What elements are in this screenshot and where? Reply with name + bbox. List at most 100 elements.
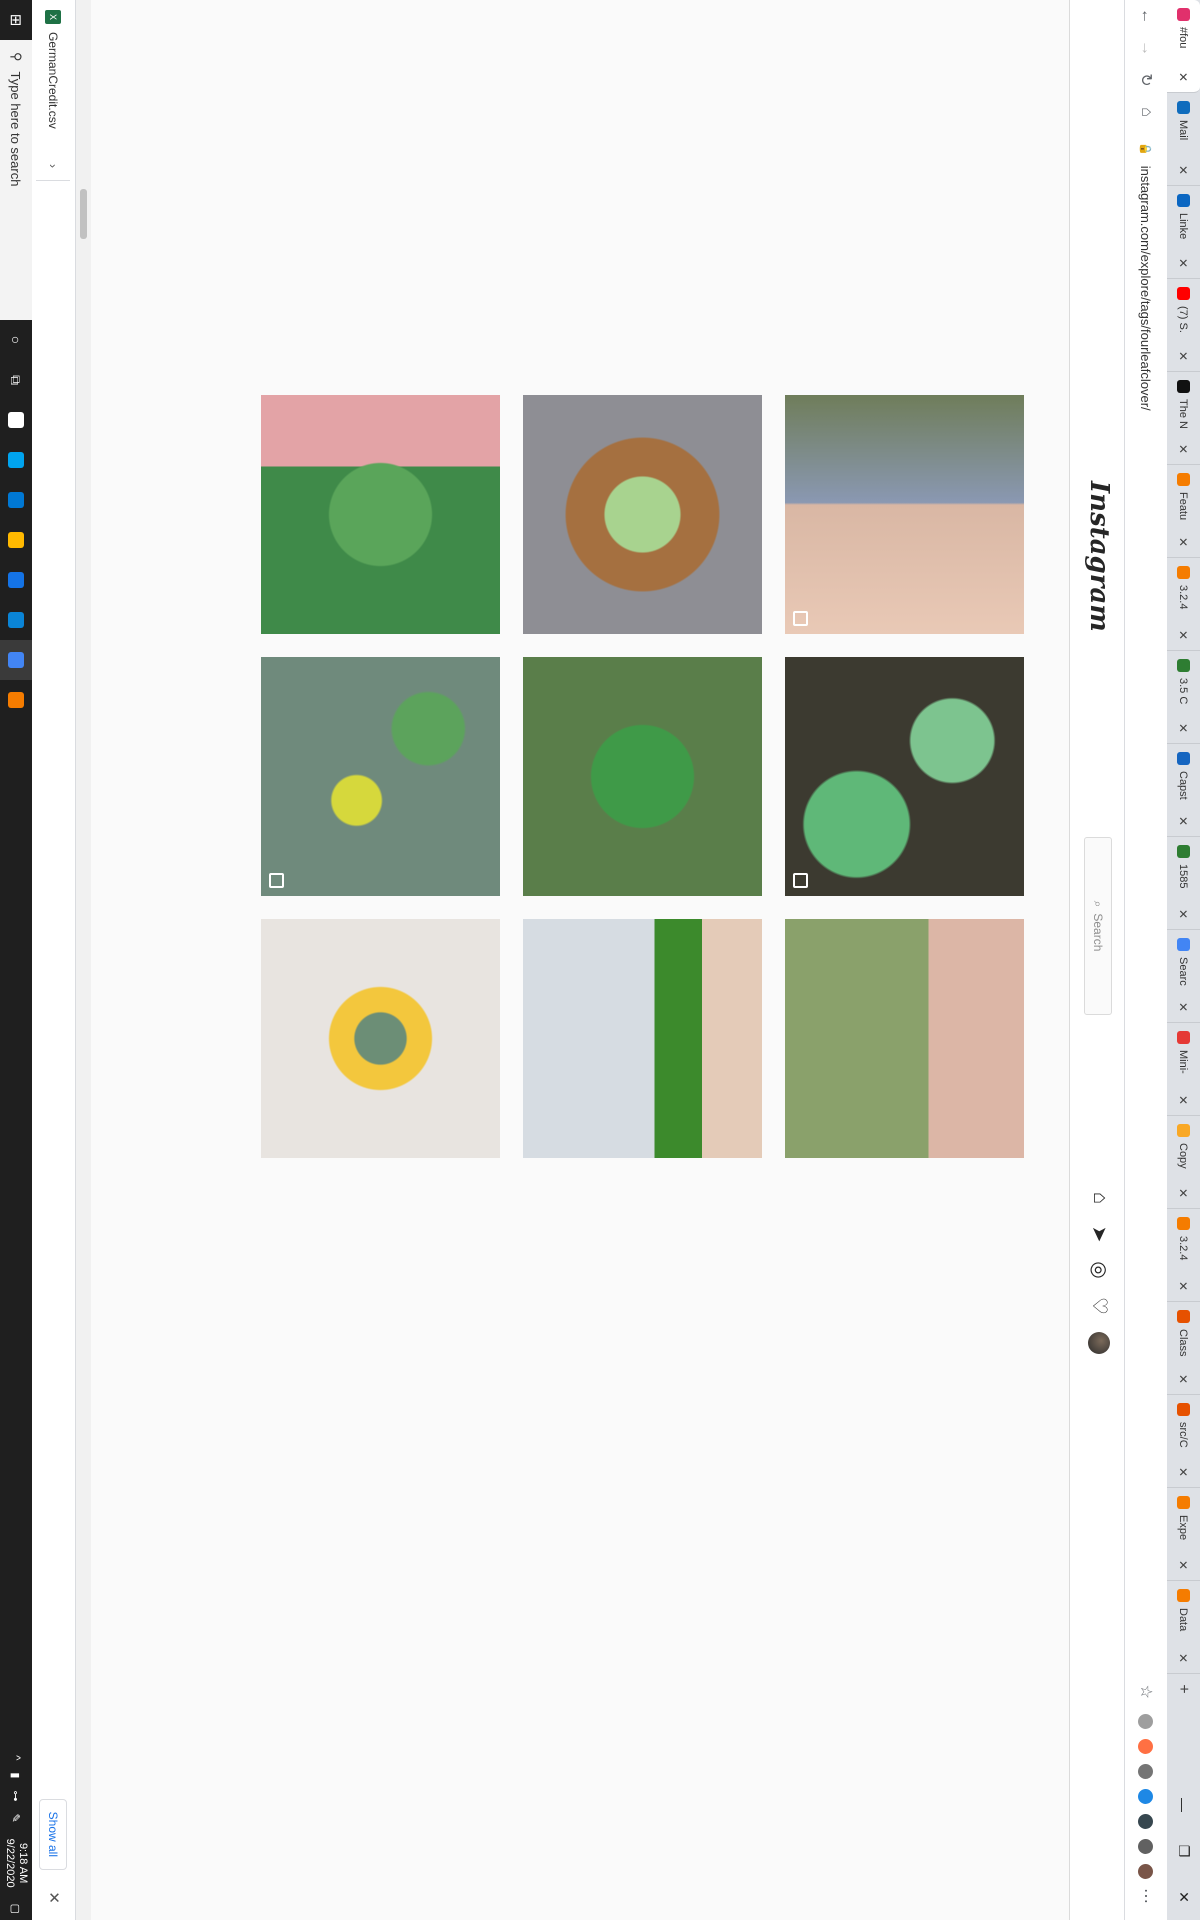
browser-tab[interactable]: Searc ✕ (1167, 930, 1200, 1023)
tab-close-icon[interactable]: ✕ (1177, 909, 1191, 919)
browser-tab[interactable]: Copy ✕ (1167, 1116, 1200, 1209)
tab-close-icon[interactable]: ✕ (1177, 537, 1191, 547)
taskbar-app-icon[interactable] (0, 480, 32, 520)
close-window-icon[interactable]: ✕ (1167, 1874, 1200, 1920)
tab-close-icon[interactable]: ✕ (1177, 351, 1191, 361)
tab-close-icon[interactable]: ✕ (1177, 1188, 1191, 1198)
tab-title: src/C (1177, 1422, 1190, 1448)
horizontal-scrollbar[interactable] (76, 0, 91, 1920)
chevron-icon[interactable]: › (46, 164, 60, 168)
pen-icon[interactable]: ✎ (10, 1813, 23, 1822)
tab-title: Class (1177, 1329, 1190, 1357)
new-tab-button[interactable]: + (1167, 1674, 1200, 1704)
tab-close-icon[interactable]: ✕ (1177, 1095, 1191, 1105)
taskbar-app-icon[interactable] (0, 440, 32, 480)
menu-icon[interactable]: ⋯ (1136, 1884, 1156, 1908)
browser-tab[interactable]: (7) S. ✕ (1167, 279, 1200, 372)
extension-icon[interactable] (1138, 1789, 1154, 1804)
direct-message-icon[interactable]: ➤ (1087, 1216, 1112, 1252)
minimize-icon[interactable]: — (1167, 1782, 1200, 1828)
extension-icon[interactable] (1138, 1714, 1154, 1729)
post-thumbnail[interactable] (523, 657, 762, 896)
cortana-icon[interactable]: ○ (0, 320, 32, 360)
extension-icon[interactable] (1138, 1839, 1154, 1854)
battery-icon[interactable]: ▮ (10, 1772, 23, 1778)
post-thumbnail[interactable] (261, 919, 500, 1158)
browser-tab[interactable]: Class ✕ (1167, 1302, 1200, 1395)
post-thumbnail[interactable] (261, 657, 500, 896)
task-view-icon[interactable]: ⧉ (0, 360, 32, 400)
taskbar-app-icon[interactable] (0, 680, 32, 720)
post-thumbnail[interactable] (785, 657, 1024, 896)
tab-close-icon[interactable]: ✕ (1177, 444, 1191, 454)
home-icon[interactable]: ⌂ (1088, 1180, 1111, 1216)
tab-close-icon[interactable]: ✕ (1177, 723, 1191, 733)
clock[interactable]: 9:18 AM 9/22/2020 (3, 1839, 29, 1888)
tab-close-icon[interactable]: ✕ (1177, 630, 1191, 640)
taskbar-app-icon[interactable] (0, 600, 32, 640)
scrollbar-thumb[interactable] (80, 189, 87, 239)
close-downloads-icon[interactable]: ✕ (45, 1891, 63, 1904)
tab-close-icon[interactable]: ✕ (1177, 72, 1191, 82)
tab-close-icon[interactable]: ✕ (1177, 1374, 1191, 1384)
tab-favicon-icon (1177, 566, 1190, 579)
browser-tab[interactable]: Linke ✕ (1167, 186, 1200, 279)
post-thumbnail[interactable] (523, 395, 762, 634)
tab-close-icon[interactable]: ✕ (1177, 1281, 1191, 1291)
tag-icon[interactable]: ⌂ (1130, 96, 1162, 128)
browser-tab[interactable]: Mini- ✕ (1167, 1023, 1200, 1116)
date-text: 9/22/2020 (4, 1838, 16, 1888)
extension-icon[interactable] (1138, 1764, 1154, 1779)
forward-icon[interactable]: → (1130, 32, 1162, 64)
tab-title: #fou (1177, 27, 1190, 49)
extension-icon[interactable] (1138, 1814, 1154, 1829)
browser-tab[interactable]: 3.2.4 ✕ (1167, 558, 1200, 651)
browser-tab[interactable]: src/C ✕ (1167, 1395, 1200, 1488)
extension-icon[interactable] (1138, 1864, 1154, 1879)
explore-icon[interactable]: ◎ (1087, 1252, 1112, 1288)
search-input[interactable]: ⌕ Search (1084, 837, 1112, 1015)
network-icon[interactable]: ⊶ (10, 1790, 23, 1801)
instagram-logo[interactable]: Instagram (1084, 481, 1114, 632)
notification-icon[interactable]: ▢ (10, 1904, 23, 1914)
tab-close-icon[interactable]: ✕ (1177, 816, 1191, 826)
activity-heart-icon[interactable]: ♡ (1087, 1288, 1112, 1324)
profile-avatar[interactable] (1088, 1332, 1111, 1354)
post-thumbnail[interactable] (261, 395, 500, 634)
maximize-icon[interactable]: ❐ (1167, 1828, 1200, 1874)
browser-tab[interactable]: Expe ✕ (1167, 1488, 1200, 1581)
taskbar-app-icon[interactable] (0, 520, 32, 560)
tab-title: (7) S. (1177, 306, 1190, 333)
tab-close-icon[interactable]: ✕ (1177, 1653, 1191, 1663)
post-thumbnail[interactable] (785, 919, 1024, 1158)
windows-start-icon[interactable]: ⊞ (0, 0, 32, 40)
post-thumbnail[interactable] (523, 919, 762, 1158)
bookmark-star-icon[interactable]: ☆ (1136, 1685, 1156, 1699)
post-thumbnail[interactable] (785, 395, 1024, 634)
taskbar-search[interactable]: ⚲ Type here to search (0, 40, 32, 320)
extension-icon[interactable] (1138, 1739, 1154, 1754)
tab-close-icon[interactable]: ✕ (1177, 165, 1191, 175)
taskbar-app-icon[interactable] (0, 560, 32, 600)
browser-tab[interactable]: Mail ✕ (1167, 93, 1200, 186)
browser-tab[interactable]: 3.2.4 ✕ (1167, 1209, 1200, 1302)
address-bar[interactable]: 🔒 instagram.com/explore/tags/fourleafclo… (1131, 142, 1161, 1222)
browser-tab[interactable]: Data ✕ (1167, 1581, 1200, 1674)
browser-tab[interactable]: Capst ✕ (1167, 744, 1200, 837)
tab-close-icon[interactable]: ✕ (1177, 1560, 1191, 1570)
taskbar-app-icon[interactable] (0, 400, 32, 440)
tray-chevron-icon[interactable]: ^ (10, 1755, 22, 1760)
tab-close-icon[interactable]: ✕ (1177, 1467, 1191, 1477)
show-all-button[interactable]: Show all (39, 1798, 67, 1870)
browser-tab[interactable]: #fou ✕ (1167, 0, 1200, 93)
tab-close-icon[interactable]: ✕ (1177, 258, 1191, 268)
browser-tab[interactable]: 3.5 C ✕ (1167, 651, 1200, 744)
download-item[interactable]: X GermanCredit.csv › (36, 10, 70, 181)
browser-tab[interactable]: The N ✕ (1167, 372, 1200, 465)
browser-tab[interactable]: Featu ✕ (1167, 465, 1200, 558)
tab-close-icon[interactable]: ✕ (1177, 1002, 1191, 1012)
browser-tab[interactable]: 1585 ✕ (1167, 837, 1200, 930)
back-icon[interactable]: ← (1130, 0, 1162, 32)
reload-icon[interactable]: ↻ (1130, 64, 1162, 96)
taskbar-app-icon[interactable] (0, 640, 32, 680)
